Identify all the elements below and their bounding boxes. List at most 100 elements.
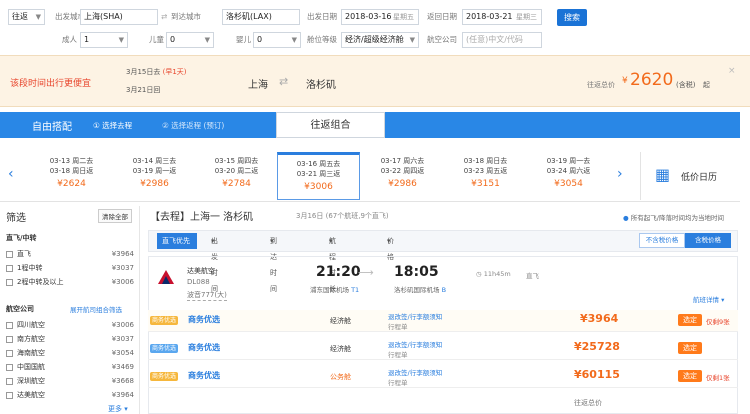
sort-arrive-time[interactable]: 到达时间 ▾ — [270, 233, 277, 293]
chevron-down-icon: ▼ — [409, 36, 415, 44]
airline-label: 航空公司 — [427, 35, 457, 44]
mode-tab-bar: 自由搭配 ① 选择去程 ② 选择返程 (预订) 往返组合 — [0, 112, 740, 138]
cabin-label: 舱位等级 — [307, 35, 337, 44]
swap-icon[interactable]: ⇄ — [161, 9, 167, 25]
book-button[interactable]: 选定 — [678, 342, 702, 354]
child-label: 儿童 — [149, 35, 164, 44]
fare-rules-link[interactable]: 退改签/行李额须知 — [388, 367, 442, 377]
airline-input[interactable]: (任意)中文/代码 — [462, 32, 542, 48]
checkbox[interactable] — [6, 250, 13, 258]
chevron-down-icon: ▼ — [118, 36, 124, 44]
filter-option[interactable]: 南方航空 ¥3037 — [6, 333, 134, 345]
infant-select[interactable]: 0 ▼ — [253, 32, 301, 48]
filter-option[interactable]: 2程中转及以上 ¥3006 — [6, 276, 134, 288]
clear-all-button[interactable]: 清除全部 — [98, 209, 132, 223]
price-incl-tax-toggle[interactable]: 含税价格 — [685, 233, 731, 248]
promo-banner[interactable]: 该段时间出行更便宜 3月15日去 (早1天) 3月21日回 上海 ⇄ 洛杉矶 往… — [0, 55, 750, 107]
fare-row[interactable]: 商务优选 商务优选 公务舱 退改签/行李额须知 行程单 ¥60115 选定 仅剩… — [148, 366, 738, 388]
tab-combo[interactable]: 往返组合 — [276, 112, 385, 138]
return-label: 返回日期 — [427, 12, 457, 21]
fare-price: ¥3964 — [580, 312, 619, 325]
child-select[interactable]: 0 ▼ — [166, 32, 214, 48]
to-label: 到达城市 — [171, 12, 201, 21]
book-button[interactable]: 选定 — [678, 370, 702, 382]
checkbox[interactable] — [6, 264, 13, 272]
expand-airline-combo-link[interactable]: 展开航司组合筛选 — [70, 304, 122, 314]
cabin-class: 公务舱 — [330, 373, 351, 381]
chevron-left-icon[interactable]: ‹ — [8, 166, 14, 182]
promo-total-label: 往返总价 — [587, 81, 615, 89]
date-option[interactable]: 03-13 周二去 03-18 周日返 ¥2624 — [30, 152, 113, 200]
fare-itinerary: 行程单 — [388, 379, 408, 387]
cabin-select[interactable]: 经济/超级经济舱 ▼ — [341, 32, 419, 48]
filter-option[interactable]: 直飞 ¥3964 — [6, 248, 134, 260]
sort-direct-first[interactable]: 直飞优先 — [157, 233, 197, 249]
adult-select[interactable]: 1 ▼ — [80, 32, 128, 48]
flight-number: DL088 — [187, 278, 210, 286]
low-price-calendar-button[interactable]: ▦ 低价日历 — [640, 152, 740, 200]
airline-filter-title: 航空公司 — [6, 305, 34, 313]
filter-title: 筛选 — [6, 213, 26, 224]
tab-custom[interactable]: 自由搭配 — [32, 118, 72, 133]
promo-date-go: 3月15日去 (早1天) — [126, 68, 187, 76]
fare-row[interactable]: 商务优选 商务优选 经济舱 退改签/行李额须知 行程单 ¥25728 选定 — [148, 338, 738, 360]
fare-row[interactable]: 商务优选 商务优选 经济舱 退改签/行李额须知 行程单 ¥3964 选定 仅剩9… — [148, 310, 738, 332]
more-airlines-link[interactable]: 更多 ▾ — [108, 404, 128, 414]
sort-depart-time[interactable]: 出发时间 ▾ — [211, 233, 218, 293]
checkbox[interactable] — [6, 349, 13, 357]
close-icon[interactable]: × — [728, 66, 736, 76]
filter-option[interactable]: 1程中转 ¥3037 — [6, 262, 134, 274]
trip-type-select[interactable]: 往返 ▼ — [8, 9, 45, 25]
chevron-right-icon[interactable]: › — [617, 166, 623, 182]
cabin-class: 经济舱 — [330, 345, 351, 353]
fare-tag: 商务优选 — [150, 344, 179, 353]
sort-price[interactable]: 价格 ▾ — [387, 233, 394, 261]
route-arrow-icon: ⟶ — [358, 266, 374, 279]
delta-logo-icon — [158, 270, 174, 284]
checkbox[interactable] — [6, 363, 13, 371]
depart-date-input[interactable]: 2018-03-16 星期五 — [341, 9, 419, 25]
to-city-input[interactable]: 洛杉矶(LAX) — [222, 9, 300, 25]
checkbox[interactable] — [6, 377, 13, 385]
filter-option[interactable]: 四川航空 ¥3006 — [6, 319, 134, 331]
tab-step-return[interactable]: ② 选择返程 (预订) — [162, 120, 224, 131]
arrive-airport: 洛杉矶国际机场 B — [394, 286, 447, 294]
promo-date-back: 3月21日回 — [126, 86, 161, 94]
flight-details-link[interactable]: 航班详情 ▾ — [693, 294, 724, 304]
airline-name: 达美航空 — [187, 267, 215, 275]
date-option-selected[interactable]: 03-16 周五去 03-21 周三返 ¥3006 — [277, 152, 360, 200]
date-option[interactable]: 03-19 周一去 03-24 周六返 ¥3054 — [527, 152, 610, 200]
aircraft-type[interactable]: 波音777(大) — [187, 290, 227, 301]
depart-time: 21:20 — [316, 264, 361, 280]
fare-rules-link[interactable]: 退改签/行李额须知 — [388, 311, 442, 321]
checkbox[interactable] — [6, 321, 13, 329]
promo-from: 上海 — [248, 80, 268, 91]
checkbox[interactable] — [6, 391, 13, 399]
cabin-class: 经济舱 — [330, 317, 351, 325]
checkbox[interactable] — [6, 335, 13, 343]
date-option[interactable]: 03-18 周日去 03-23 周五返 ¥3151 — [444, 152, 527, 200]
seats-left: 仅剩9张 — [706, 318, 730, 326]
book-button[interactable]: 选定 — [678, 314, 702, 326]
depart-label: 出发日期 — [307, 12, 337, 21]
search-button[interactable]: 搜索 — [557, 9, 587, 26]
filter-option[interactable]: 中国国航 ¥3469 — [6, 361, 134, 373]
filter-option[interactable]: 深圳航空 ¥3668 — [6, 375, 134, 387]
filter-option[interactable]: 达美航空 ¥3964 — [6, 389, 134, 401]
checkbox[interactable] — [6, 278, 13, 286]
fare-rules-link[interactable]: 退改签/行李额须知 — [388, 339, 442, 349]
return-date-input[interactable]: 2018-03-21 星期三 — [462, 9, 542, 25]
promo-tax-note: (含税) — [676, 81, 696, 89]
sort-duration[interactable]: 航程时长 ▾ — [329, 233, 336, 293]
local-time-note: ● 所有起飞/降落时间均为当地时间 — [623, 214, 724, 222]
sort-bar: 直飞优先 出发时间 ▾ 到达时间 ▾ 航程时长 ▾ 价格 ▾ 不含税价格 含税价… — [148, 230, 738, 293]
round-trip-icon: ⇄ — [279, 75, 289, 88]
filter-option[interactable]: 海南航空 ¥3054 — [6, 347, 134, 359]
date-option[interactable]: 03-14 周三去 03-19 周一返 ¥2986 — [113, 152, 196, 200]
date-option[interactable]: 03-17 周六去 03-22 周四返 ¥2986 — [361, 152, 444, 200]
fare-tag: 商务优选 — [150, 316, 179, 325]
price-excl-tax-toggle[interactable]: 不含税价格 — [639, 233, 685, 248]
tab-step-outbound[interactable]: ① 选择去程 — [93, 120, 132, 131]
from-city-input[interactable]: 上海(SHA) — [80, 9, 158, 25]
date-option[interactable]: 03-15 周四去 03-20 周二返 ¥2784 — [195, 152, 278, 200]
